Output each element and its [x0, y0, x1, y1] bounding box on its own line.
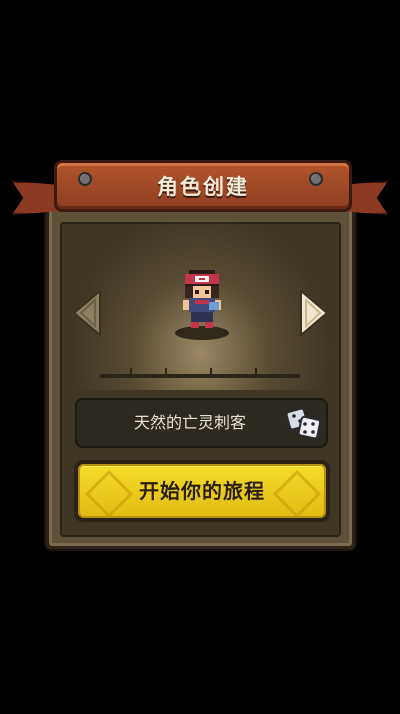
floor-crack — [165, 368, 167, 378]
arrow-left-icon[interactable] — [73, 290, 101, 336]
floor-crack — [210, 368, 212, 378]
bolt-icon — [309, 172, 323, 186]
character-sprite — [183, 270, 221, 328]
bolt-icon — [78, 172, 92, 186]
arrow-right-icon[interactable] — [300, 290, 328, 336]
start-button-label: 开始你的旅程 — [139, 479, 265, 503]
floor-crack — [255, 368, 257, 378]
title-banner: 角色创建 — [54, 160, 352, 212]
dice-icon[interactable] — [285, 404, 323, 442]
floor-crack — [130, 368, 132, 378]
character-name: 天然的亡灵刺客 — [133, 413, 246, 432]
page-title: 角色创建 — [157, 175, 249, 199]
